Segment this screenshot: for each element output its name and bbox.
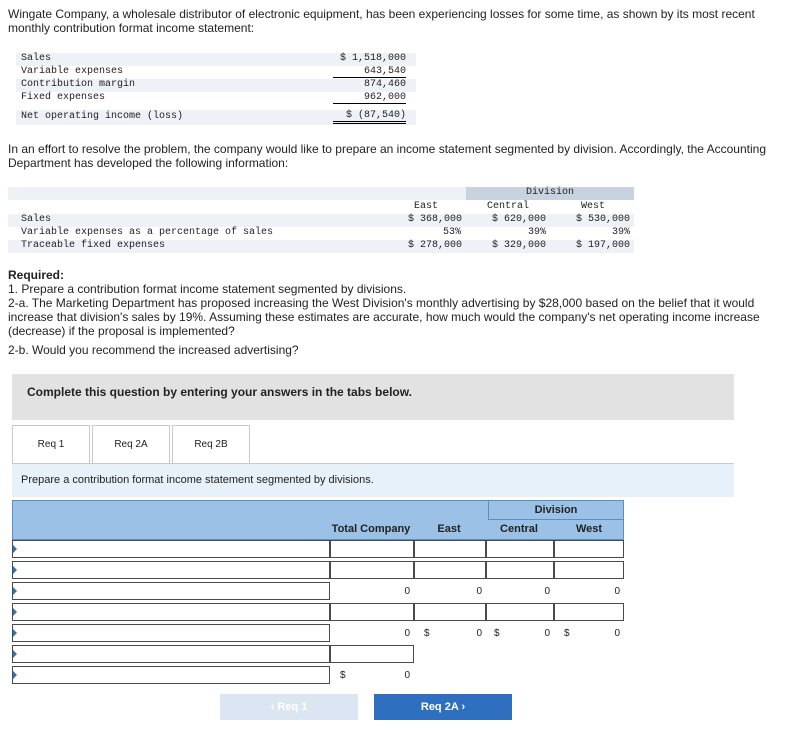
amount-input[interactable]: [414, 540, 486, 558]
cell: 39%: [611, 227, 630, 238]
statement-label: Fixed expenses: [21, 92, 106, 103]
dropdown-indicator-icon: [13, 545, 17, 553]
table-row: Sales $ 368,000 $ 620,000 $ 530,000: [8, 214, 634, 227]
amount-input[interactable]: [554, 603, 624, 621]
row-label: Sales: [21, 214, 52, 225]
statement-row: Fixed expenses 962,000: [16, 92, 416, 105]
amount-input[interactable]: [330, 540, 414, 558]
instruction-banner: Complete this question by entering your …: [12, 374, 734, 420]
paragraph-2: In an effort to resolve the problem, the…: [8, 142, 766, 170]
row-label-input[interactable]: [12, 645, 330, 663]
statement-label: Sales: [21, 53, 52, 64]
required-item-2a: 2-a. The Marketing Department has propos…: [8, 296, 760, 338]
header-total-company: Total Company: [331, 523, 411, 535]
statement-value: 874,460: [363, 79, 406, 90]
row-label-input[interactable]: [12, 666, 330, 684]
table-row: Variable expenses as a percentage of sal…: [8, 227, 634, 240]
cell: 53%: [442, 227, 461, 238]
amount-input[interactable]: [554, 561, 624, 579]
total-cell: 0: [404, 586, 410, 597]
statement-label: Net operating income (loss): [21, 111, 184, 122]
amount-input[interactable]: [414, 603, 486, 621]
tab-req-2b[interactable]: Req 2B: [172, 425, 250, 463]
statement-label: Variable expenses: [21, 66, 124, 77]
statement-label: Contribution margin: [21, 79, 136, 90]
tab-req-1[interactable]: Req 1: [12, 425, 90, 463]
column-header-central: Central: [486, 201, 529, 212]
required-item-2b: 2-b. Would you recommend the increased a…: [8, 343, 299, 357]
cell: $ 197,000: [575, 240, 630, 251]
row-label-input[interactable]: [12, 561, 330, 579]
row-label: Variable expenses as a percentage of sal…: [21, 227, 274, 238]
dropdown-indicator-icon: [13, 608, 17, 616]
cell: 39%: [527, 227, 546, 238]
table-row: Traceable fixed expenses $ 278,000 $ 329…: [8, 240, 634, 253]
prev-button-label: Req 1: [277, 701, 308, 713]
dropdown-indicator-icon: [13, 650, 17, 658]
required-item-1: 1. Prepare a contribution format income …: [8, 282, 407, 296]
statement-row: Contribution margin 874,460: [16, 79, 416, 92]
column-header-west: West: [580, 201, 605, 212]
amount-input[interactable]: [554, 540, 624, 558]
intro-text: Wingate Company, a wholesale distributor…: [8, 7, 755, 35]
row-label-input[interactable]: [12, 540, 330, 558]
statement-value: 643,540: [333, 66, 406, 78]
statement-row: Sales $ 1,518,000: [16, 53, 416, 66]
statement-row: Net operating income (loss) $ (87,540): [16, 110, 416, 125]
cell: $ 530,000: [575, 214, 630, 225]
west-cell: 0: [614, 628, 620, 639]
row-label-input[interactable]: [12, 582, 330, 600]
required-heading: Required:: [8, 268, 65, 282]
dropdown-indicator-icon: [13, 587, 17, 595]
division-header-label: Division: [534, 504, 578, 516]
next-button-label: Req 2A: [420, 701, 459, 713]
cell: $ 278,000: [407, 240, 462, 251]
amount-input[interactable]: [330, 603, 414, 621]
prev-button[interactable]: ‹ Req 1: [220, 694, 358, 720]
panel-instruction: Prepare a contribution format income sta…: [21, 474, 374, 486]
amount-input[interactable]: [330, 645, 414, 663]
row-label: Traceable fixed expenses: [21, 240, 166, 251]
total-net-income-cell: 0: [404, 670, 410, 681]
dropdown-indicator-icon: [13, 566, 17, 574]
statement-value: $ (87,540): [333, 110, 406, 124]
row-label-input[interactable]: [12, 603, 330, 621]
amount-input[interactable]: [486, 603, 554, 621]
east-cell: 0: [476, 628, 482, 639]
west-cell: 0: [614, 586, 620, 597]
amount-input[interactable]: [486, 561, 554, 579]
amount-input[interactable]: [330, 561, 414, 579]
banner-text: Complete this question by entering your …: [27, 385, 412, 399]
tab-req-2a[interactable]: Req 2A: [92, 425, 170, 463]
header-east: East: [437, 523, 461, 535]
chevron-left-icon: ‹: [270, 701, 275, 713]
instruction-panel: Prepare a contribution format income sta…: [12, 463, 734, 497]
statement-value: 962,000: [333, 92, 406, 104]
cell: $ 620,000: [491, 214, 546, 225]
chevron-right-icon: ›: [461, 701, 466, 713]
amount-input[interactable]: [486, 540, 554, 558]
statement-row: Variable expenses 643,540: [16, 66, 416, 79]
header-west: West: [575, 523, 603, 535]
cell: $ 368,000: [407, 214, 462, 225]
central-cell: 0: [544, 586, 550, 597]
cell: $ 329,000: [491, 240, 546, 251]
next-button[interactable]: Req 2A ›: [374, 694, 512, 720]
column-header-east: East: [413, 201, 438, 212]
row-label-input[interactable]: [12, 624, 330, 642]
amount-input[interactable]: [414, 561, 486, 579]
central-cell: 0: [544, 628, 550, 639]
dropdown-indicator-icon: [13, 671, 17, 679]
header-central: Central: [500, 523, 538, 535]
dropdown-indicator-icon: [13, 629, 17, 637]
total-cell: 0: [404, 628, 410, 639]
division-group-header: Division: [466, 187, 634, 200]
statement-value: $ 1,518,000: [339, 53, 406, 64]
east-cell: 0: [476, 586, 482, 597]
